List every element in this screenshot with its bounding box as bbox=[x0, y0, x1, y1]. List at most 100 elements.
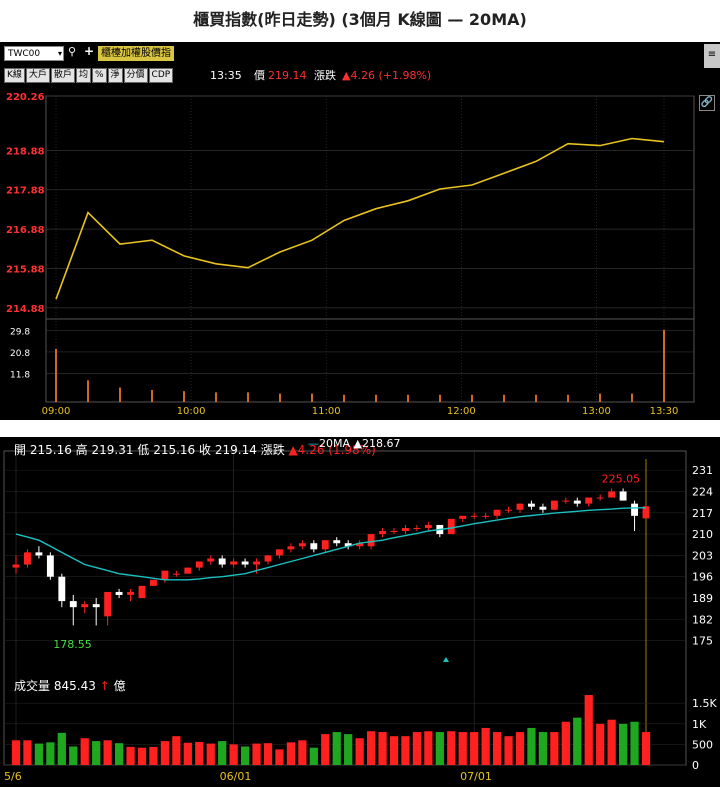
add-icon[interactable]: + bbox=[84, 44, 94, 58]
volume-bar bbox=[596, 723, 605, 765]
change-value: ▲4.26 (+1.98%) bbox=[342, 69, 432, 82]
candle-body bbox=[608, 491, 616, 498]
change-label: 漲跌 bbox=[260, 443, 285, 457]
candle-body bbox=[207, 558, 215, 562]
x-tick-label: 5/6 bbox=[4, 770, 22, 783]
candle-body bbox=[184, 567, 192, 574]
chevron-down-icon[interactable]: ▾ bbox=[58, 49, 62, 58]
x-tick-label: 10:00 bbox=[177, 406, 206, 417]
volume-bar bbox=[630, 721, 639, 765]
low-label: 低 bbox=[137, 443, 150, 457]
volume-bar bbox=[567, 394, 569, 402]
y-tick-label: 216.88 bbox=[6, 225, 45, 236]
candle-body bbox=[92, 604, 100, 608]
x-tick-label: 12:00 bbox=[447, 406, 476, 417]
link-icon[interactable]: 🔗 bbox=[699, 95, 715, 111]
volume-bar bbox=[247, 392, 249, 402]
volume-bar bbox=[215, 392, 217, 402]
volume-bar bbox=[515, 732, 525, 765]
candle-body bbox=[138, 585, 146, 599]
volume-bar bbox=[119, 387, 121, 402]
min-annotation: 178.55 bbox=[53, 638, 92, 651]
candle-body bbox=[321, 540, 329, 550]
symbol-input[interactable]: TWC00 bbox=[4, 46, 64, 61]
volume-bar bbox=[355, 738, 364, 765]
volume-bar bbox=[504, 736, 513, 765]
y-tick-label: 218.88 bbox=[6, 146, 45, 157]
volume-bar bbox=[229, 744, 238, 765]
candle-body bbox=[424, 524, 432, 528]
candle-body bbox=[81, 604, 89, 608]
ma20-line bbox=[15, 507, 647, 581]
candle-body bbox=[447, 518, 455, 535]
volume-bar bbox=[309, 747, 318, 765]
candle-body bbox=[218, 558, 226, 565]
volume-bar bbox=[23, 740, 32, 765]
volume-bar bbox=[286, 742, 296, 765]
index-tab[interactable]: 櫃檯加權股價指 bbox=[98, 46, 174, 61]
candle-body bbox=[528, 503, 535, 507]
volume-bar bbox=[389, 736, 399, 765]
volume-bar bbox=[458, 732, 467, 765]
candle-body bbox=[58, 576, 66, 602]
volume-bar bbox=[195, 741, 204, 765]
candle-body bbox=[573, 500, 581, 504]
close-label: 收 bbox=[199, 443, 212, 457]
menu-icon[interactable]: ≡ bbox=[704, 44, 720, 68]
y-tick-label: 215.88 bbox=[6, 265, 45, 276]
volume-bar bbox=[92, 741, 101, 765]
candle-body bbox=[115, 591, 123, 595]
volume-bar bbox=[561, 721, 570, 765]
volume-tick-label: 500 bbox=[692, 738, 713, 751]
x-tick-label: 13:30 bbox=[650, 406, 679, 417]
y-tick-label: 231 bbox=[692, 464, 713, 477]
volume-bar bbox=[401, 736, 410, 765]
price-label: 價 bbox=[254, 69, 265, 82]
candle-body bbox=[24, 552, 31, 565]
x-tick-label: 11:00 bbox=[312, 406, 341, 417]
volume-bar bbox=[366, 731, 376, 765]
volume-bar bbox=[34, 743, 44, 765]
y-tick-label: 217.88 bbox=[6, 186, 45, 197]
volume-bar bbox=[344, 734, 353, 765]
volume-bar bbox=[46, 742, 55, 765]
candle-body bbox=[35, 552, 43, 556]
volume-bar bbox=[407, 394, 409, 402]
y-tick-label: 224 bbox=[692, 485, 713, 498]
y-tick-label: 182 bbox=[692, 613, 713, 626]
y-tick-label: 214.88 bbox=[6, 304, 45, 315]
toolbar-button[interactable]: 均 bbox=[75, 68, 91, 83]
candle-body bbox=[150, 579, 157, 586]
volume-bar bbox=[55, 349, 57, 402]
intraday-panel: TWC00 ▾ ⚲ + 櫃檯加權股價指 ≡ K線 大戶 散戶均% 淨分價 CDP 13:… bbox=[0, 42, 720, 420]
search-icon[interactable]: ⚲ bbox=[68, 45, 76, 58]
volume-bar bbox=[435, 732, 444, 765]
volume-info: 成交量 845.43 ↑ 億 bbox=[14, 677, 126, 694]
toolbar-button[interactable]: 淨 bbox=[107, 68, 123, 83]
candle-body bbox=[46, 555, 54, 577]
toolbar-button[interactable]: K線 bbox=[4, 68, 25, 83]
candle-body bbox=[482, 515, 490, 517]
toolbar-button[interactable]: CDP bbox=[148, 68, 174, 83]
toolbar-button[interactable]: 分價 bbox=[123, 68, 148, 83]
volume-bar bbox=[298, 740, 307, 765]
x-tick-label: 07/01 bbox=[460, 770, 492, 783]
volume-bar bbox=[618, 723, 628, 765]
candle-body bbox=[390, 531, 398, 533]
candle-body bbox=[287, 546, 295, 550]
volume-bar bbox=[424, 731, 433, 765]
volume-bar bbox=[470, 732, 479, 765]
toolbar-button[interactable]: % bbox=[91, 68, 107, 83]
volume-bar bbox=[481, 727, 490, 765]
volume-tick-label: 0 bbox=[692, 759, 699, 772]
candle-body bbox=[550, 500, 558, 510]
volume-bar bbox=[183, 391, 185, 402]
candle-body bbox=[276, 549, 283, 556]
toolbar-button[interactable]: 散戶 bbox=[50, 68, 75, 83]
volume-bar bbox=[343, 394, 345, 402]
candle-body bbox=[264, 555, 272, 562]
volume-bar bbox=[151, 389, 153, 402]
toolbar-button[interactable]: 大戶 bbox=[25, 68, 50, 83]
candle-body bbox=[310, 543, 318, 550]
y-tick-label: 196 bbox=[692, 571, 713, 584]
